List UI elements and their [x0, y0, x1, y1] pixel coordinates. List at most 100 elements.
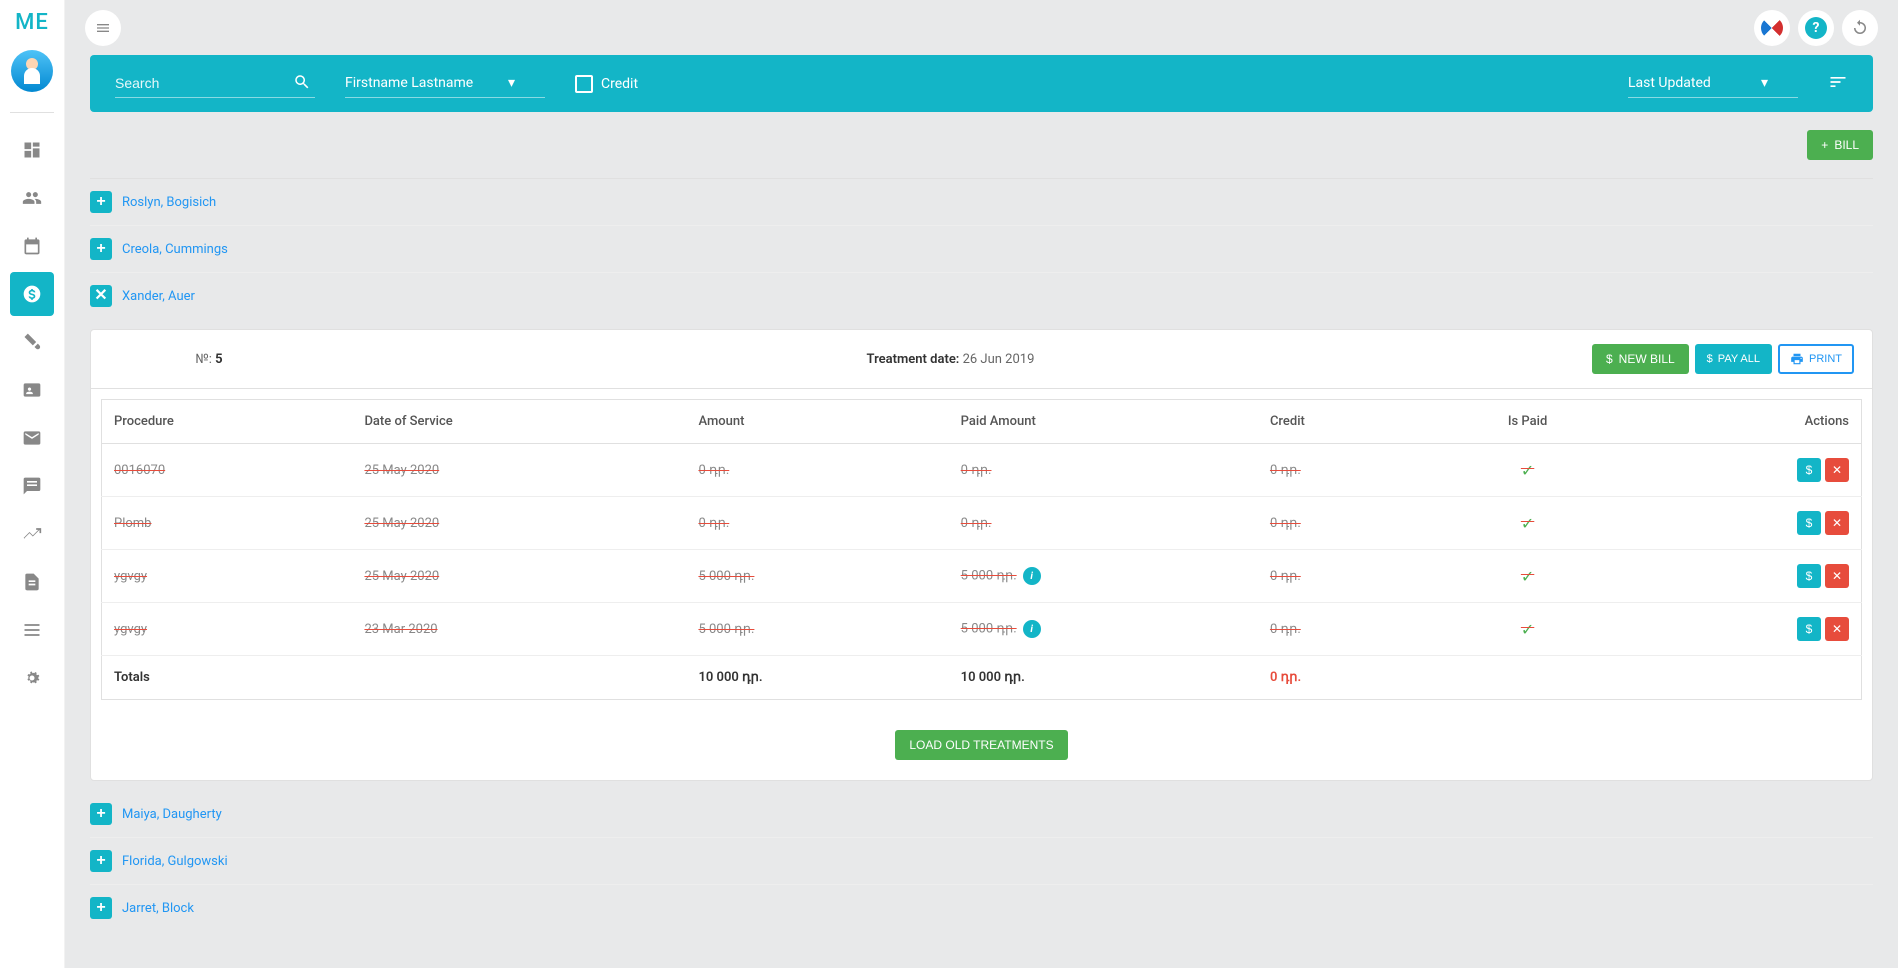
language-button[interactable] [1754, 10, 1790, 46]
search-icon [293, 73, 311, 95]
row-delete-button[interactable]: ✕ [1825, 458, 1849, 482]
nav-dashboard[interactable] [10, 128, 54, 172]
sidebar: ME [0, 0, 65, 968]
new-bill-button[interactable]: $ NEW BILL [1592, 344, 1689, 374]
credit-label: Credit [601, 76, 638, 92]
lab-icon [22, 332, 42, 352]
expand-button[interactable]: + [90, 803, 112, 825]
expand-button[interactable]: + [90, 850, 112, 872]
row-pay-button[interactable]: $ [1797, 617, 1821, 641]
dollar-icon: $ [1707, 353, 1713, 365]
row-pay-button[interactable]: $ [1797, 458, 1821, 482]
sort-dropdown[interactable]: Last Updated ▾ [1628, 69, 1798, 98]
credit-checkbox[interactable]: Credit [575, 75, 638, 93]
check-icon: ✓ [1521, 567, 1534, 586]
patient-name-link[interactable]: Roslyn, Bogisich [122, 195, 216, 210]
pay-all-label: PAY ALL [1718, 353, 1760, 365]
logo: ME [15, 10, 49, 35]
sort-icon [1828, 72, 1848, 92]
cell-procedure: Plomb [102, 497, 353, 550]
nav-lab[interactable] [10, 320, 54, 364]
row-pay-button[interactable]: $ [1797, 511, 1821, 535]
cell-credit: 0 դր. [1258, 497, 1433, 550]
dollar-icon: $ [1606, 352, 1613, 366]
row-delete-button[interactable]: ✕ [1825, 564, 1849, 588]
treatment-header: №: 5 Treatment date: 26 Jun 2019 $ NEW B… [91, 330, 1872, 389]
cell-procedure: ygvgy [102, 550, 353, 603]
table-row: ygvgy23 Mar 20205 000 դր.5 000 դր.i0 դր.… [102, 603, 1862, 656]
expand-button[interactable]: + [90, 191, 112, 213]
table-row: Plomb25 May 20200 դր.0 դր.0 դր.✓$✕ [102, 497, 1862, 550]
treatment-number: №: 5 [109, 352, 309, 367]
cell-credit: 0 դր. [1258, 603, 1433, 656]
cell-ispaid: ✓ [1433, 550, 1622, 603]
nav-calendar[interactable] [10, 224, 54, 268]
cell-paid: 0 դր. [949, 444, 1258, 497]
add-bill-button[interactable]: + BILL [1807, 130, 1873, 160]
nav-mail[interactable] [10, 416, 54, 460]
patient-name-link[interactable]: Florida, Gulgowski [122, 854, 228, 869]
cell-amount: 0 դր. [686, 444, 948, 497]
info-icon[interactable]: i [1023, 620, 1041, 638]
col-ispaid: Is Paid [1433, 400, 1622, 444]
patient-name-link[interactable]: Maiya, Daugherty [122, 807, 222, 822]
row-delete-button[interactable]: ✕ [1825, 511, 1849, 535]
sort-direction-button[interactable] [1828, 72, 1848, 96]
menu-toggle-button[interactable] [85, 10, 121, 46]
patient-row: + Creola, Cummings [90, 226, 1873, 273]
name-format-label: Firstname Lastname [345, 75, 473, 91]
patient-row: + Maiya, Daugherty [90, 791, 1873, 838]
nav-billing[interactable] [10, 272, 54, 316]
expand-button[interactable]: + [90, 238, 112, 260]
name-format-dropdown[interactable]: Firstname Lastname ▾ [345, 69, 545, 98]
print-icon [1790, 352, 1804, 366]
bill-button-label: BILL [1834, 138, 1859, 152]
message-icon [22, 476, 42, 496]
patient-name-link[interactable]: Creola, Cummings [122, 242, 228, 257]
sync-button[interactable] [1842, 10, 1878, 46]
print-button[interactable]: PRINT [1778, 344, 1854, 374]
chevron-down-icon: ▾ [508, 75, 515, 91]
nav-contacts[interactable] [10, 368, 54, 412]
people-icon [22, 188, 42, 208]
totals-row: Totals10 000 դր.10 000 դր.0 դր. [102, 656, 1862, 700]
totals-amount: 10 000 դր. [686, 656, 948, 700]
row-pay-button[interactable]: $ [1797, 564, 1821, 588]
cell-ispaid: ✓ [1433, 444, 1622, 497]
pay-all-button[interactable]: $ PAY ALL [1695, 344, 1772, 374]
nav-patients[interactable] [10, 176, 54, 220]
cell-paid: 5 000 դր.i [949, 550, 1258, 603]
nav-analytics[interactable] [10, 512, 54, 556]
help-button[interactable]: ? [1798, 10, 1834, 46]
check-icon: ✓ [1521, 461, 1534, 480]
checkbox-icon [575, 75, 593, 93]
nav-messages[interactable] [10, 464, 54, 508]
check-icon: ✓ [1521, 514, 1534, 533]
cell-amount: 0 դր. [686, 497, 948, 550]
row-delete-button[interactable]: ✕ [1825, 617, 1849, 641]
col-amount: Amount [686, 400, 948, 444]
nav-list[interactable] [10, 608, 54, 652]
patient-name-link[interactable]: Xander, Auer [122, 289, 195, 304]
patient-name-link[interactable]: Jarret, Block [122, 901, 194, 916]
collapse-button[interactable]: ✕ [90, 285, 112, 307]
nav-document[interactable] [10, 560, 54, 604]
cell-amount: 5 000 դր. [686, 550, 948, 603]
user-avatar[interactable] [11, 50, 53, 92]
table-row: 001607025 May 20200 դր.0 դր.0 դր.✓$✕ [102, 444, 1862, 497]
hamburger-icon [95, 20, 111, 36]
search-input[interactable] [115, 69, 315, 98]
table-row: ygvgy25 May 20205 000 դր.5 000 դր.i0 դր.… [102, 550, 1862, 603]
patient-row: + Roslyn, Bogisich [90, 179, 1873, 226]
info-icon[interactable]: i [1023, 567, 1041, 585]
expand-button[interactable]: + [90, 897, 112, 919]
new-bill-label: NEW BILL [1619, 352, 1675, 366]
cell-paid: 5 000 դր.i [949, 603, 1258, 656]
nav-settings[interactable] [10, 656, 54, 700]
dollar-icon [22, 284, 42, 304]
cell-ispaid: ✓ [1433, 603, 1622, 656]
load-old-treatments-button[interactable]: LOAD OLD TREATMENTS [895, 730, 1067, 760]
cell-procedure: 0016070 [102, 444, 353, 497]
patient-row: + Jarret, Block [90, 885, 1873, 931]
list-icon [22, 620, 42, 640]
